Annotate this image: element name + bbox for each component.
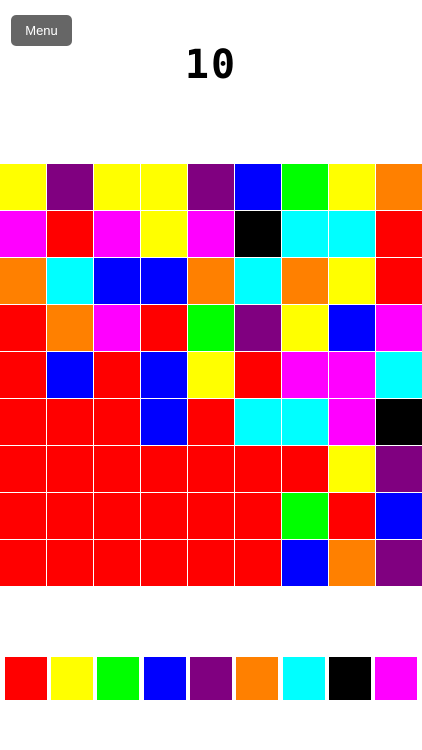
moves-counter: 10	[184, 42, 238, 88]
board-cell-red	[0, 493, 46, 539]
board-cell-blue	[282, 540, 328, 586]
board-cell-magenta	[94, 305, 140, 351]
board-cell-red	[188, 540, 234, 586]
board-cell-red	[235, 446, 281, 492]
board-cell-blue	[376, 493, 422, 539]
board-cell-red	[235, 352, 281, 398]
board-cell-yellow	[141, 164, 187, 210]
board-cell-red	[141, 305, 187, 351]
board-cell-orange	[376, 164, 422, 210]
board-cell-magenta	[188, 211, 234, 257]
board-cell-yellow	[188, 352, 234, 398]
board-cell-cyan	[282, 399, 328, 445]
board-cell-purple	[47, 164, 93, 210]
game-board	[0, 164, 422, 586]
color-button-black[interactable]	[329, 657, 371, 700]
board-cell-green	[188, 305, 234, 351]
board-cell-yellow	[329, 446, 375, 492]
board-cell-blue	[141, 352, 187, 398]
board-cell-yellow	[282, 305, 328, 351]
board-cell-red	[188, 399, 234, 445]
board-cell-cyan	[282, 211, 328, 257]
board-cell-red	[188, 493, 234, 539]
board-cell-magenta	[0, 211, 46, 257]
board-cell-red	[282, 446, 328, 492]
board-cell-cyan	[235, 399, 281, 445]
board-cell-red	[94, 399, 140, 445]
board-cell-blue	[141, 399, 187, 445]
board-cell-black	[235, 211, 281, 257]
board-cell-orange	[188, 258, 234, 304]
board-cell-red	[0, 305, 46, 351]
board-cell-red	[235, 540, 281, 586]
board-cell-red	[376, 258, 422, 304]
board-cell-yellow	[329, 164, 375, 210]
board-cell-purple	[376, 540, 422, 586]
board-cell-red	[94, 540, 140, 586]
board-cell-red	[47, 540, 93, 586]
board-cell-yellow	[329, 258, 375, 304]
board-cell-red	[0, 399, 46, 445]
board-cell-magenta	[329, 352, 375, 398]
color-palette	[0, 657, 422, 700]
color-button-purple[interactable]	[190, 657, 232, 700]
board-cell-magenta	[376, 305, 422, 351]
board-cell-red	[47, 493, 93, 539]
board-cell-blue	[329, 305, 375, 351]
board-cell-red	[235, 493, 281, 539]
board-cell-red	[94, 352, 140, 398]
board-cell-cyan	[329, 211, 375, 257]
board-cell-yellow	[94, 164, 140, 210]
color-button-magenta[interactable]	[375, 657, 417, 700]
board-cell-magenta	[282, 352, 328, 398]
color-button-red[interactable]	[5, 657, 47, 700]
board-cell-green	[282, 164, 328, 210]
color-button-blue[interactable]	[144, 657, 186, 700]
board-cell-cyan	[47, 258, 93, 304]
board-cell-orange	[47, 305, 93, 351]
board-cell-green	[282, 493, 328, 539]
board-cell-red	[141, 493, 187, 539]
board-cell-yellow	[141, 211, 187, 257]
board-cell-orange	[329, 540, 375, 586]
board-cell-red	[141, 540, 187, 586]
board-cell-orange	[282, 258, 328, 304]
board-cell-blue	[235, 164, 281, 210]
board-cell-red	[94, 493, 140, 539]
color-button-yellow[interactable]	[51, 657, 93, 700]
board-cell-blue	[94, 258, 140, 304]
board-cell-red	[188, 446, 234, 492]
board-cell-magenta	[329, 399, 375, 445]
board-cell-red	[47, 446, 93, 492]
board-cell-purple	[376, 446, 422, 492]
board-cell-red	[47, 211, 93, 257]
board-cell-red	[47, 399, 93, 445]
color-button-cyan[interactable]	[283, 657, 325, 700]
board-cell-red	[0, 446, 46, 492]
board-cell-red	[376, 211, 422, 257]
board-cell-red	[0, 352, 46, 398]
board-cell-cyan	[376, 352, 422, 398]
board-cell-red	[141, 446, 187, 492]
board-cell-yellow	[0, 164, 46, 210]
board-cell-blue	[47, 352, 93, 398]
board-cell-magenta	[94, 211, 140, 257]
board-cell-black	[376, 399, 422, 445]
board-cell-red	[0, 540, 46, 586]
board-cell-purple	[188, 164, 234, 210]
board-cell-purple	[235, 305, 281, 351]
color-button-green[interactable]	[97, 657, 139, 700]
board-cell-red	[94, 446, 140, 492]
board-cell-red	[329, 493, 375, 539]
board-cell-orange	[0, 258, 46, 304]
color-button-orange[interactable]	[236, 657, 278, 700]
board-cell-blue	[141, 258, 187, 304]
board-cell-cyan	[235, 258, 281, 304]
